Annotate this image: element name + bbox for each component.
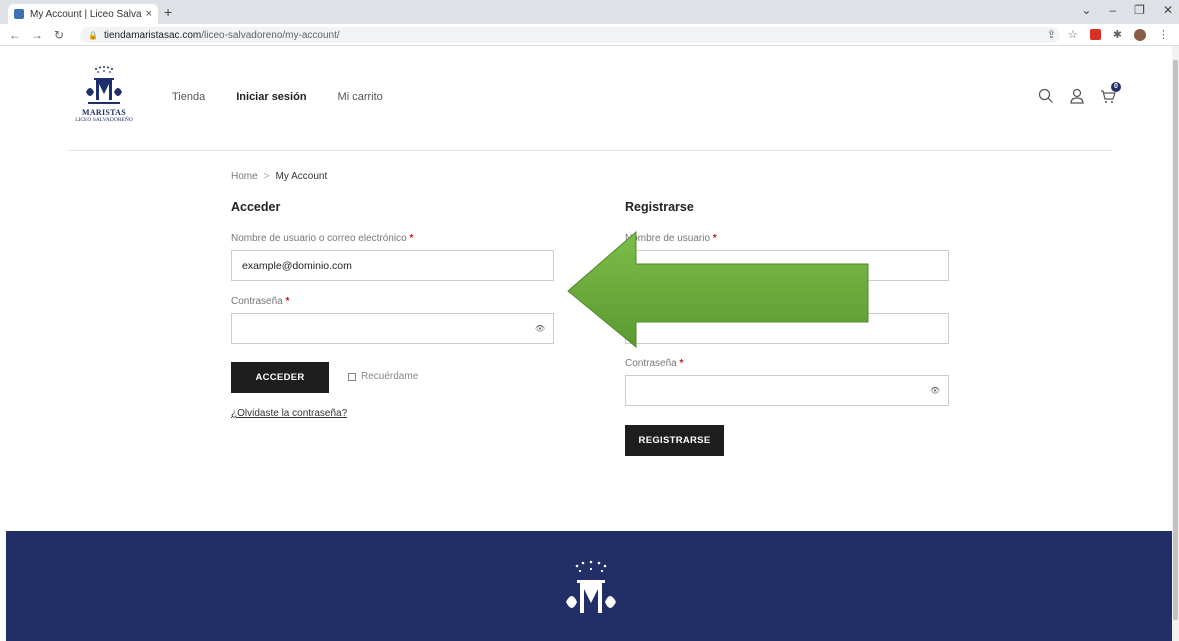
login-heading: Acceder (231, 200, 281, 214)
bookmark-star-icon[interactable]: ☆ (1068, 28, 1078, 41)
forward-icon[interactable]: → (30, 28, 44, 42)
nav-tienda[interactable]: Tienda (172, 91, 205, 103)
show-password-icon[interactable]: 👁 (535, 324, 545, 333)
remember-me[interactable]: Recuérdame (348, 371, 418, 382)
login-submit-button[interactable]: ACCEDER (231, 362, 329, 393)
login-password-label: Contraseña * (231, 296, 289, 307)
breadcrumb: Home > My Account (231, 171, 327, 182)
url-path: /liceo-salvadoreno/my-account/ (201, 29, 340, 41)
login-password-input[interactable]: 👁 (231, 313, 554, 344)
favicon-icon (14, 9, 24, 19)
remember-me-label: Recuérdame (361, 371, 419, 382)
register-password-input[interactable]: 👁 (625, 375, 949, 406)
restore-icon[interactable]: ❐ (1134, 3, 1145, 17)
lock-icon[interactable]: 🔒 (88, 31, 98, 40)
cart-count-badge: 0 (1111, 82, 1121, 92)
breadcrumb-separator: > (263, 171, 270, 182)
logo-title: MARISTAS (81, 108, 127, 117)
extensions-puzzle-icon[interactable]: ✱ (1113, 28, 1122, 41)
new-tab-button[interactable]: + (164, 4, 172, 20)
login-username-input[interactable]: example@dominio.com (231, 250, 554, 281)
required-marker: * (679, 358, 684, 369)
nav-iniciar-sesion[interactable]: Iniciar sesión (236, 91, 306, 103)
header-divider (67, 150, 1112, 151)
scrollbar-thumb[interactable] (1173, 60, 1178, 620)
register-password-label: Contraseña * (625, 358, 683, 369)
main-nav: Tienda Iniciar sesión Mi carrito (172, 91, 414, 103)
forgot-password-link[interactable]: ¿Olvidaste la contraseña? (231, 408, 347, 419)
logo-subtitle: LICEO SALVADOREÑO (75, 117, 133, 123)
pdf-extension-icon[interactable] (1089, 29, 1101, 40)
user-icon[interactable] (1069, 88, 1085, 104)
url-host: tiendamaristasac.com (103, 29, 202, 41)
footer-monogram-icon (566, 560, 616, 613)
site-logo[interactable]: MARISTAS LICEO SALVADOREÑO (64, 64, 144, 123)
tab-search-icon[interactable]: ⌄ (1081, 3, 1091, 17)
register-password-label-text: Contraseña (625, 358, 677, 369)
login-username-value: example@dominio.com (242, 259, 352, 272)
login-username-label: Nombre de usuario o correo electrónico * (231, 233, 413, 244)
minimize-icon[interactable]: – (1109, 3, 1116, 17)
login-username-label-text: Nombre de usuario o correo electrónico (231, 233, 407, 244)
tab-title: My Account | Liceo Salvadoreño (30, 8, 142, 20)
share-icon[interactable]: ⇪ (1047, 28, 1056, 41)
register-heading: Registrarse (625, 200, 694, 214)
back-icon[interactable]: ← (8, 28, 22, 42)
profile-avatar[interactable] (1134, 28, 1146, 41)
breadcrumb-current: My Account (275, 171, 328, 182)
show-password-icon[interactable]: 👁 (930, 386, 940, 395)
search-icon[interactable] (1038, 88, 1054, 104)
required-marker: * (409, 233, 414, 244)
tab-close-icon[interactable]: × (146, 8, 152, 20)
page-scrollbar[interactable] (1172, 46, 1179, 641)
green-arrow-annotation (567, 230, 869, 348)
browser-tab[interactable]: My Account | Liceo Salvadoreño × (8, 4, 158, 24)
remember-me-checkbox[interactable] (348, 372, 356, 381)
login-password-label-text: Contraseña (231, 296, 283, 307)
maristas-monogram-icon (86, 66, 122, 104)
browser-toolbar: ← → ↻ 🔒 tiendamaristasac.com /liceo-salv… (0, 24, 1179, 46)
toolbar-icons: ⇪ ☆ ✱ ⋮ (1047, 28, 1169, 41)
browser-tabstrip: My Account | Liceo Salvadoreño × + ⌄ – ❐… (0, 0, 1179, 24)
breadcrumb-home[interactable]: Home (231, 171, 258, 182)
browser-menu-icon[interactable]: ⋮ (1158, 28, 1169, 41)
header-icons: 0 (1038, 82, 1121, 104)
reload-icon[interactable]: ↻ (52, 28, 66, 42)
cart-icon[interactable]: 0 (1100, 82, 1121, 104)
register-submit-button[interactable]: REGISTRARSE (625, 425, 724, 456)
window-controls: ⌄ – ❐ ✕ (1081, 3, 1173, 17)
nav-mi-carrito[interactable]: Mi carrito (338, 91, 383, 103)
required-marker: * (285, 296, 290, 307)
address-bar[interactable]: 🔒 tiendamaristasac.com /liceo-salvadoren… (80, 27, 1060, 43)
window-close-icon[interactable]: ✕ (1163, 3, 1173, 17)
